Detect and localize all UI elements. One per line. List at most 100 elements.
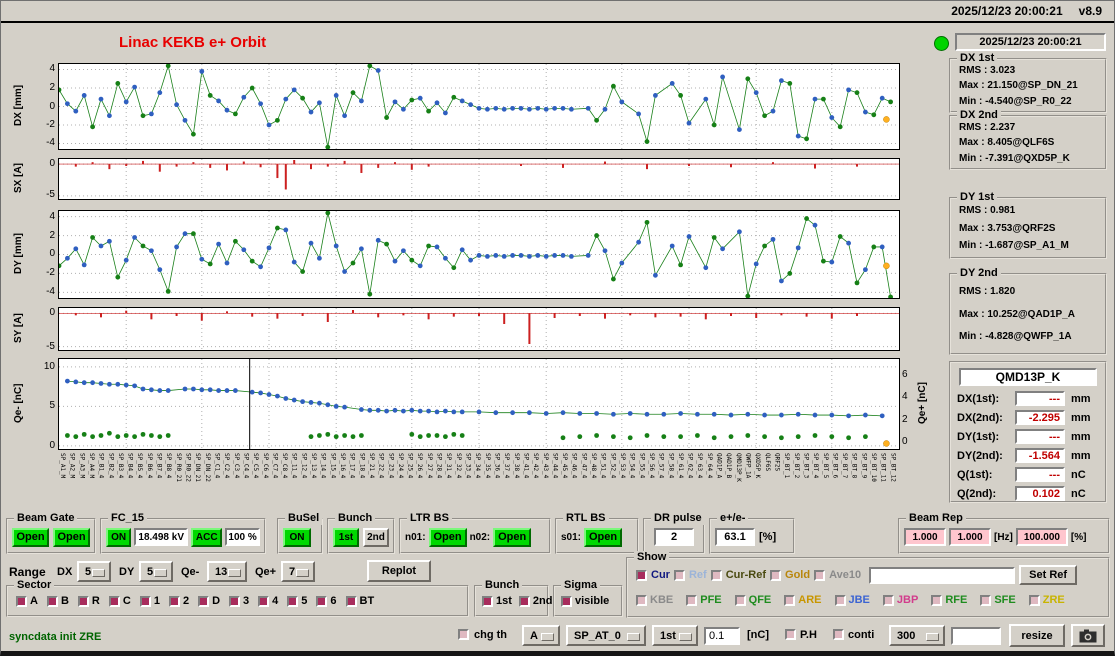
show-sfe-checkbox[interactable] [980,594,992,606]
y-tick-label: 0 [49,440,55,451]
ref-name-input[interactable] [869,566,1016,584]
sp-select[interactable]: SP_AT_0 [566,625,646,646]
sector-item-bt[interactable]: BT [345,595,374,607]
rtl-s01-open-button[interactable]: Open [584,527,623,547]
bunch-2nd-button[interactable]: 2nd [363,527,389,547]
show-kbe-item[interactable]: KBE [636,594,673,606]
fc15-acc-button[interactable]: ACC [191,527,223,547]
bpm-label: SP_B4_4 [126,453,134,479]
show-cur-checkbox[interactable] [636,569,647,581]
sector-bt-checkbox[interactable] [345,595,357,607]
show-jbp-checkbox[interactable] [882,594,894,606]
sector-item-b[interactable]: B [46,595,69,607]
snapshot-button[interactable] [1071,624,1105,647]
chg-th-checkbox[interactable] [458,629,469,640]
y-tick-label: 0 [49,307,55,318]
sector-item-c[interactable]: C [108,595,131,607]
monitor-row-value: --- [1015,429,1065,444]
sector-r-checkbox[interactable] [77,595,89,607]
mode-select[interactable]: A [522,625,560,646]
replot-button[interactable]: Replot [367,560,431,582]
conti-checkbox[interactable] [833,629,844,640]
bunch-1st-button[interactable]: 1st [333,527,359,547]
sector-item-4[interactable]: 4 [258,595,278,607]
sector-item-2[interactable]: 2 [168,595,189,607]
range-qem-label: Qe- [181,566,200,578]
busel-on-button[interactable]: ON [283,527,311,547]
range-dx-select[interactable]: 5 [77,561,111,582]
sector-item-r[interactable]: R [77,595,100,607]
count-select[interactable]: 300 [889,625,945,646]
show-pfe-checkbox[interactable] [686,594,698,606]
sector-item-d[interactable]: D [198,595,220,607]
beam-gate-open-button-2[interactable]: Open [53,527,90,547]
show-rfe-item[interactable]: RFE [931,594,967,606]
bpm-label: SP_64_4 [705,453,713,479]
bpm-label: SP_22_4 [377,453,385,479]
sector-5-checkbox[interactable] [287,595,299,607]
show-jbe-checkbox[interactable] [834,594,846,606]
bunch-select[interactable]: 1st [652,625,698,646]
extra-input[interactable] [951,627,1001,645]
bpm-label: SP_51_4 [599,453,607,479]
show-sfe-item[interactable]: SFE [980,594,1016,606]
ltr-n02-open-button[interactable]: Open [493,527,532,547]
sector-a-checkbox[interactable] [16,595,27,607]
show-ave10-checkbox[interactable] [814,569,826,581]
ph-checkbox[interactable] [785,629,796,640]
stat-rms: RMS : 2.237 [959,121,1016,133]
resize-button[interactable]: resize [1009,624,1065,647]
bunch-1st-checkbox[interactable] [482,595,493,607]
monitor-panel: QMD13P_K DX(1st): --- mm DX(2nd): -2.295… [949,361,1107,503]
bunch-2nd-item[interactable]: 2nd [518,595,552,607]
bunch-2nd-checkbox[interactable] [518,595,530,607]
sector-3-checkbox[interactable] [229,595,241,607]
show-rfe-checkbox[interactable] [931,594,943,606]
show-cur-ref-checkbox[interactable] [710,569,722,581]
sector-item-1[interactable]: 1 [139,595,160,607]
bpm-label: SP_17_4 [348,453,356,479]
show-jbe-item[interactable]: JBE [834,594,870,606]
sector-4-checkbox[interactable] [258,595,270,607]
show-kbe-checkbox[interactable] [636,594,647,606]
fc15-on-button[interactable]: ON [106,527,132,547]
sigma-visible-item[interactable]: visible [561,595,609,607]
show-jbp-item[interactable]: JBP [882,594,918,606]
monitor-row-label: DY(1st): [957,430,1000,443]
sector-2-checkbox[interactable] [168,595,180,607]
range-qep-select[interactable]: 7 [281,561,315,582]
show-gold-checkbox[interactable] [770,569,782,581]
sector-a-label: A [30,595,38,607]
show-zre-item[interactable]: ZRE [1028,594,1065,606]
sector-item-a[interactable]: A [16,595,38,607]
sector-item-6[interactable]: 6 [316,595,337,607]
show-zre-checkbox[interactable] [1028,594,1040,606]
bunch-1st-item[interactable]: 1st [482,595,512,607]
sector-item-5[interactable]: 5 [287,595,307,607]
sector-d-checkbox[interactable] [198,595,210,607]
sector-6-checkbox[interactable] [316,595,328,607]
stat-group-title: DY 1st [957,191,998,204]
sector-item-3[interactable]: 3 [229,595,249,607]
sector-1-checkbox[interactable] [139,595,151,607]
show-qfe-item[interactable]: QFE [734,594,771,606]
sector-c-checkbox[interactable] [108,595,120,607]
sector-5-label: 5 [301,595,308,607]
show-are-item[interactable]: ARE [784,594,822,606]
ltr-n01-open-button[interactable]: Open [428,527,467,547]
bpm-label: SP_BT_6 [831,453,839,479]
beam-gate-open-button-1[interactable]: Open [12,527,49,547]
set-ref-button[interactable]: Set Ref [1019,565,1078,585]
show-are-checkbox[interactable] [784,594,796,606]
threshold-input[interactable] [704,627,740,645]
show-ref-checkbox[interactable] [673,569,685,581]
hz-label: [Hz] [994,531,1013,543]
bpm-label: SP_BT_2 [792,453,800,479]
s01-label: s01: [561,531,582,543]
range-dy-select[interactable]: 5 [139,561,173,582]
show-pfe-item[interactable]: PFE [686,594,722,606]
range-qem-select[interactable]: 13 [207,561,247,582]
show-qfe-checkbox[interactable] [734,594,746,606]
sigma-visible-checkbox[interactable] [561,595,572,607]
sector-b-checkbox[interactable] [46,595,58,607]
